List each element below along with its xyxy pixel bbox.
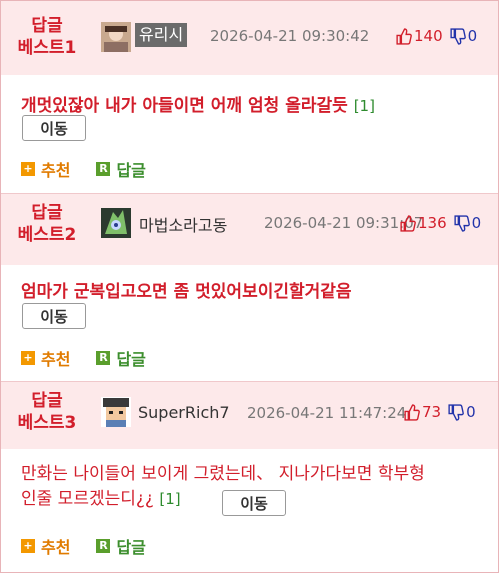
recommend-label: 추천 <box>41 161 71 180</box>
comment-text: 개멋있잖아 내가 아들이면 어깨 엄청 올라갈듯 [1] <box>21 91 375 116</box>
vote-counts: 140 0 <box>395 27 477 45</box>
like-count: 140 <box>414 27 443 45</box>
plus-square-icon: + <box>21 351 35 365</box>
move-button[interactable]: 이동 <box>222 490 286 516</box>
recommend-button[interactable]: + 추천 <box>21 157 70 181</box>
reply-button[interactable]: R 답글 <box>96 346 146 370</box>
vote-counts: 136 0 <box>399 214 481 232</box>
avatar-image <box>101 22 131 52</box>
reply-label: 답글 <box>116 350 146 369</box>
comment-header: 답글 베스트1 유리시 2026-04-21 09:30:42 140 0 <box>1 1 498 75</box>
thumbs-up-icon <box>404 403 420 421</box>
post-date: 2026-04-21 09:30:42 <box>210 27 370 45</box>
like-count: 136 <box>418 214 447 232</box>
best-badge-line1: 답글 <box>31 16 63 36</box>
dislike-button[interactable]: 0 <box>453 214 482 232</box>
like-button[interactable]: 73 <box>403 403 441 421</box>
dislike-count: 0 <box>466 403 476 421</box>
thumbs-up-icon <box>396 27 412 45</box>
avatar-image <box>101 208 131 238</box>
best-badge-line2: 베스트3 <box>17 413 77 433</box>
thumbs-down-icon <box>448 403 464 421</box>
thumbs-down-icon <box>450 27 466 45</box>
vote-counts: 73 0 <box>403 403 476 421</box>
plus-square-icon: + <box>21 539 35 553</box>
comment-actions: + 추천 R 답글 <box>21 157 146 181</box>
comment-body: 개멋있잖아 내가 아들이면 어깨 엄청 올라갈듯 <box>21 96 348 116</box>
nickname[interactable]: 마법소라고동 <box>139 212 227 236</box>
best-badge-line2: 베스트2 <box>17 225 77 245</box>
comment-text: 엄마가 군복입고오면 좀 멋있어보이긴할거같음 <box>21 277 352 302</box>
comment-body-line1: 만화는 나이들어 보이게 그렸는데、 지나가다보면 학부형 <box>21 464 425 484</box>
dislike-count: 0 <box>467 27 478 45</box>
r-square-icon: R <box>96 162 111 176</box>
reply-button[interactable]: R 답글 <box>96 157 146 181</box>
move-button[interactable]: 이동 <box>22 115 86 141</box>
recommend-label: 추천 <box>41 538 71 557</box>
r-square-icon: R <box>96 351 111 365</box>
best-badge: 답글 베스트1 <box>1 15 93 59</box>
thumbs-down-icon <box>454 214 470 232</box>
recommend-button[interactable]: + 추천 <box>21 346 70 370</box>
thumbs-up-icon <box>400 214 416 232</box>
nickname[interactable]: SuperRich7 <box>138 403 230 422</box>
best-badge-line1: 답글 <box>31 391 63 411</box>
r-square-icon: R <box>96 539 111 553</box>
avatar[interactable] <box>101 208 131 238</box>
avatar[interactable] <box>101 397 131 427</box>
reply-label: 답글 <box>116 538 146 557</box>
nickname[interactable]: 유리시 <box>135 23 188 47</box>
comment-body-line2: 인줄 모르겠는디¿¿ <box>21 489 154 509</box>
comment-body: 엄마가 군복입고오면 좀 멋있어보이긴할거같음 <box>21 282 352 302</box>
recommend-label: 추천 <box>41 350 71 369</box>
best-comments-panel: 답글 베스트1 유리시 2026-04-21 09:30:42 140 0 개멋… <box>0 0 499 573</box>
like-button[interactable]: 140 <box>395 27 443 45</box>
plus-square-icon: + <box>21 162 35 176</box>
dislike-button[interactable]: 0 <box>449 27 478 45</box>
dislike-button[interactable]: 0 <box>447 403 476 421</box>
best-badge-line1: 답글 <box>31 203 63 223</box>
avatar[interactable] <box>101 22 131 52</box>
comment-header: 답글 베스트3 SuperRich7 2026-04-21 11:47:24 7… <box>1 382 498 449</box>
move-button[interactable]: 이동 <box>22 303 86 329</box>
comment-header: 답글 베스트2 마법소라고동 2026-04-21 09:31:07 136 0 <box>1 194 498 265</box>
reply-count[interactable]: [1] <box>354 97 375 115</box>
reply-button[interactable]: R 답글 <box>96 534 146 558</box>
comment-actions: + 추천 R 답글 <box>21 346 146 370</box>
best-badge: 답글 베스트2 <box>1 202 93 246</box>
comment-actions: + 추천 R 답글 <box>21 534 146 558</box>
reply-count[interactable]: [1] <box>159 490 180 508</box>
like-button[interactable]: 136 <box>399 214 447 232</box>
recommend-button[interactable]: + 추천 <box>21 534 70 558</box>
like-count: 73 <box>422 403 442 421</box>
avatar-image <box>101 397 131 427</box>
post-date: 2026-04-21 11:47:24 <box>247 404 407 422</box>
best-badge-line2: 베스트1 <box>17 38 77 58</box>
reply-label: 답글 <box>116 161 146 180</box>
dislike-count: 0 <box>471 214 482 232</box>
best-badge: 답글 베스트3 <box>1 390 93 434</box>
